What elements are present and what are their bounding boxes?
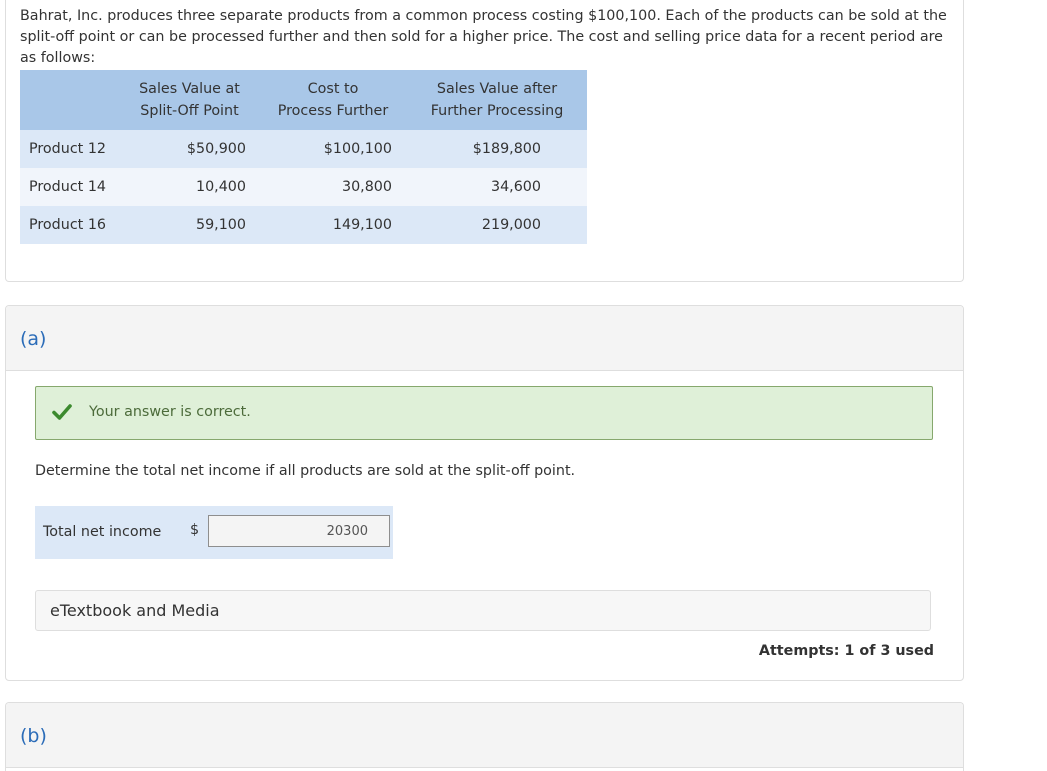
cost-value: $100,100 bbox=[259, 130, 407, 168]
table-row: Product 16 59,100 149,100 219,000 bbox=[20, 206, 587, 244]
after-value: $189,800 bbox=[407, 130, 587, 168]
product-name: Product 12 bbox=[20, 130, 120, 168]
part-a-header: (a) bbox=[6, 306, 963, 371]
table-row: Product 14 10,400 30,800 34,600 bbox=[20, 168, 587, 206]
header-after-line1: Sales Value after bbox=[436, 81, 558, 97]
total-net-income-input[interactable] bbox=[208, 515, 390, 547]
page: Bahrat, Inc. produces three separate pro… bbox=[0, 0, 1047, 771]
checkmark-icon bbox=[52, 404, 72, 420]
feedback-text: Your answer is correct. bbox=[89, 404, 251, 420]
etextbook-media-button[interactable]: eTextbook and Media bbox=[35, 590, 931, 631]
split-off-value: 59,100 bbox=[120, 206, 259, 244]
answer-row: Total net income $ bbox=[35, 506, 393, 559]
part-b-card: (b) bbox=[5, 702, 964, 771]
part-a-label: (a) bbox=[20, 328, 47, 350]
header-product bbox=[20, 70, 120, 130]
product-name: Product 14 bbox=[20, 168, 120, 206]
header-cost-line1: Cost to bbox=[307, 81, 359, 97]
split-off-value: $50,900 bbox=[120, 130, 259, 168]
problem-text: Bahrat, Inc. produces three separate pro… bbox=[20, 8, 947, 66]
part-b-label: (b) bbox=[20, 725, 47, 747]
header-after-line2: Further Processing bbox=[430, 103, 564, 119]
part-b-header: (b) bbox=[6, 703, 963, 768]
etextbook-media-label: eTextbook and Media bbox=[50, 601, 220, 620]
answer-label: Total net income bbox=[43, 524, 162, 540]
header-cost: Cost to Process Further bbox=[259, 70, 407, 130]
correct-feedback-box: Your answer is correct. bbox=[35, 386, 933, 440]
after-value: 34,600 bbox=[407, 168, 587, 206]
attempts-counter: Attempts: 1 of 3 used bbox=[758, 643, 934, 659]
cost-value: 149,100 bbox=[259, 206, 407, 244]
header-after: Sales Value after Further Processing bbox=[407, 70, 587, 130]
currency-symbol: $ bbox=[190, 522, 200, 538]
header-split-off-line1: Sales Value at bbox=[139, 81, 240, 97]
data-table: Sales Value at Split-Off Point Cost to P… bbox=[20, 70, 587, 244]
cost-value: 30,800 bbox=[259, 168, 407, 206]
header-cost-line2: Process Further bbox=[277, 103, 389, 119]
header-split-off: Sales Value at Split-Off Point bbox=[120, 70, 259, 130]
table-row: Product 12 $50,900 $100,100 $189,800 bbox=[20, 130, 587, 168]
after-value: 219,000 bbox=[407, 206, 587, 244]
problem-card: Bahrat, Inc. produces three separate pro… bbox=[5, 0, 964, 282]
question-text: Determine the total net income if all pr… bbox=[35, 463, 576, 479]
part-a-card: (a) Your answer is correct. Determine th… bbox=[5, 305, 964, 681]
header-split-off-line2: Split-Off Point bbox=[140, 103, 239, 119]
table-header-row: Sales Value at Split-Off Point Cost to P… bbox=[20, 70, 587, 130]
product-name: Product 16 bbox=[20, 206, 120, 244]
split-off-value: 10,400 bbox=[120, 168, 259, 206]
